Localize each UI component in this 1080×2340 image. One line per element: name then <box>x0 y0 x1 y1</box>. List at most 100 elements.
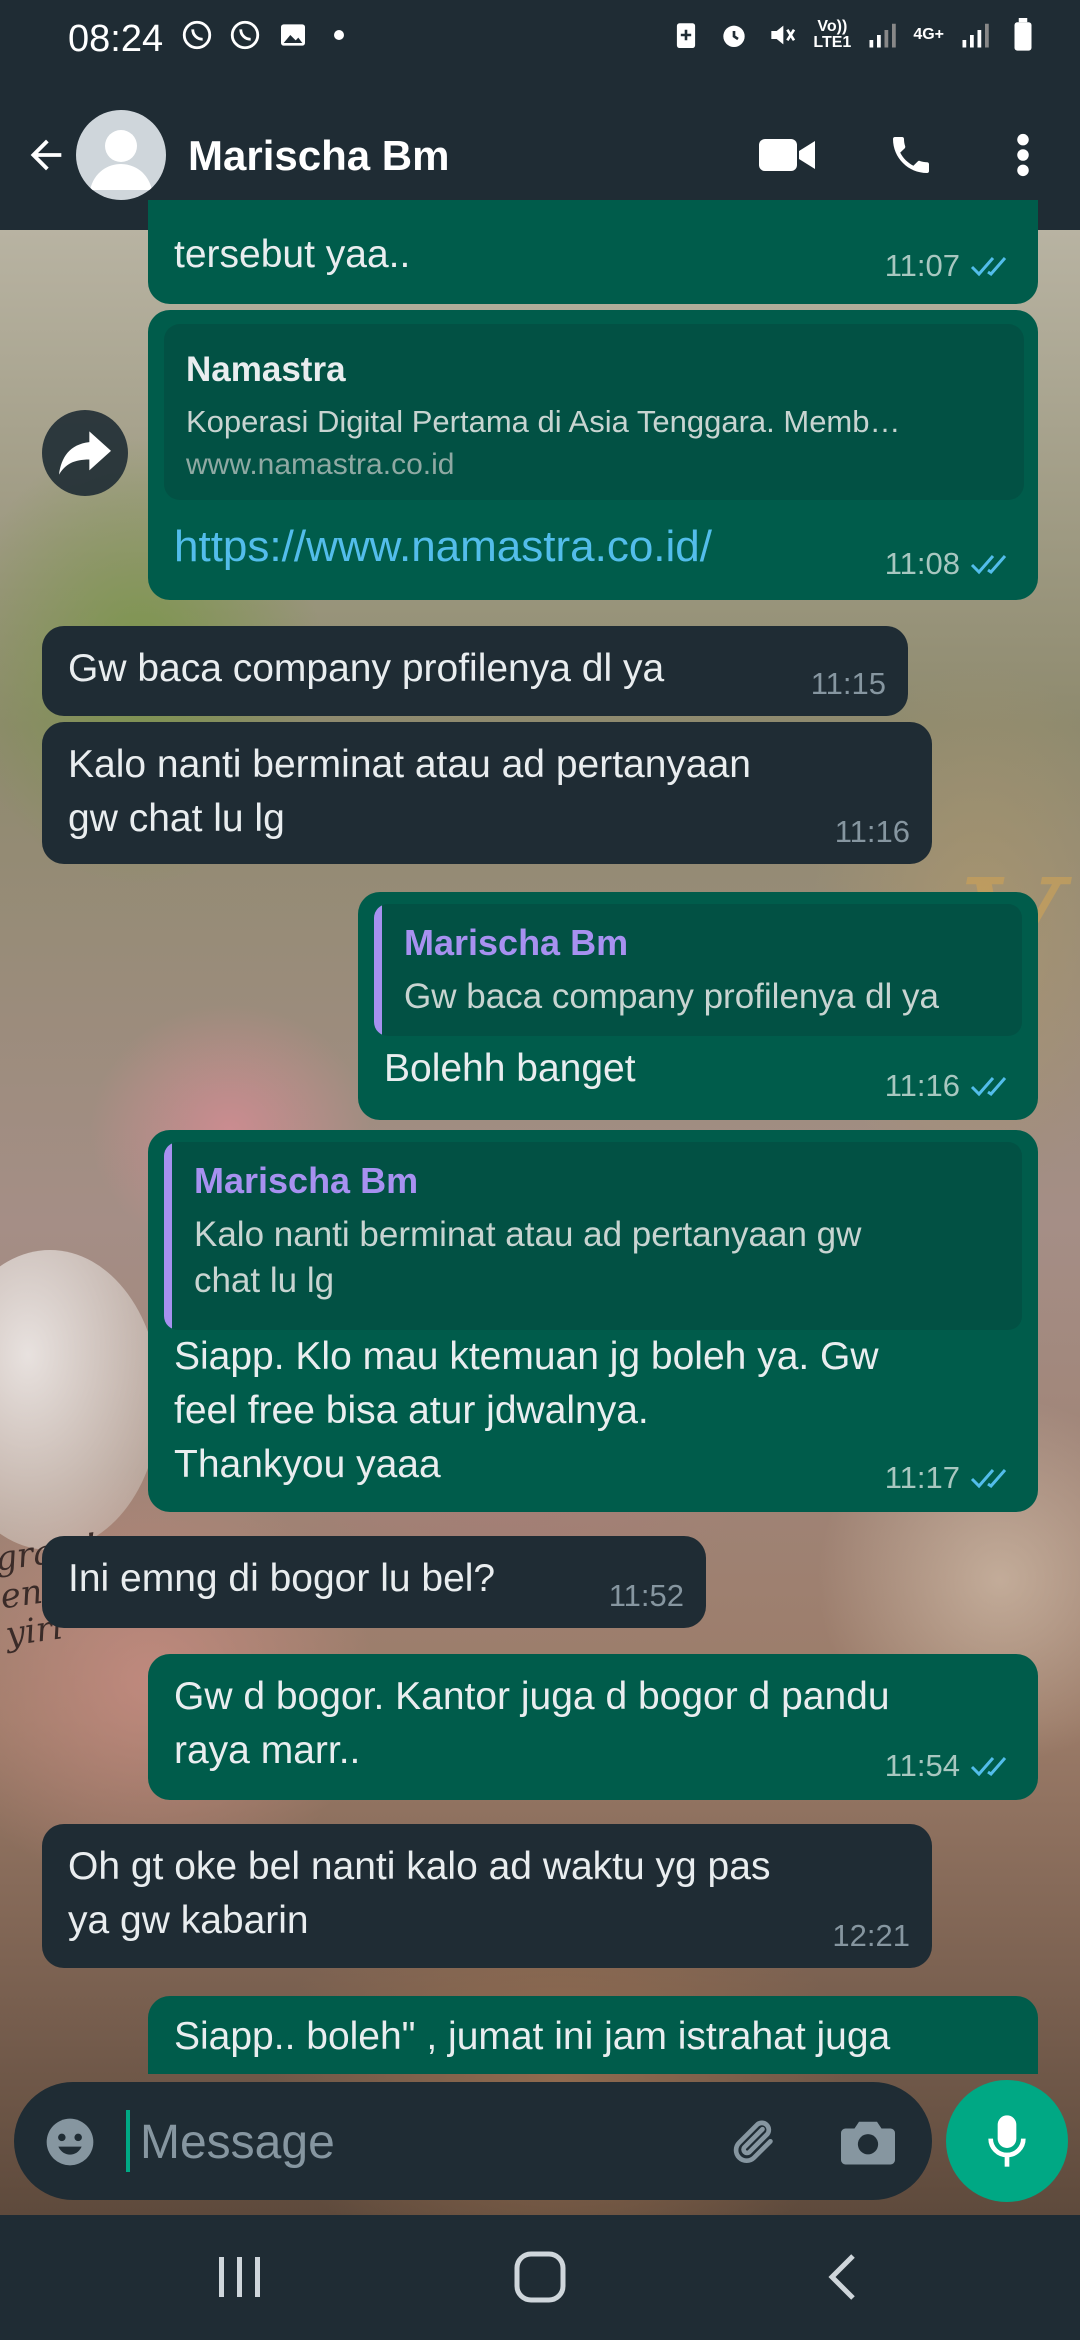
message-text: Ini emng di bogor lu bel? <box>68 1557 496 1600</box>
message-meta: 11:07 <box>885 248 1016 284</box>
nav-back-button[interactable] <box>792 2237 892 2317</box>
message-input[interactable] <box>138 2110 702 2174</box>
read-ticks-icon <box>970 1469 1007 1489</box>
volte-indicator: Vo)) LTE1 <box>813 18 852 51</box>
battery-icon <box>1006 18 1040 52</box>
message-meta: 11:15 <box>811 666 886 702</box>
more-options-button[interactable] <box>988 120 1058 190</box>
attach-button[interactable] <box>720 2110 784 2174</box>
camera-button[interactable] <box>836 2110 900 2174</box>
message-meta: 11:08 <box>885 546 1016 582</box>
message-incoming[interactable]: Oh gt oke bel nanti kalo ad waktu yg pas… <box>42 1824 932 1968</box>
message-outgoing-reply[interactable]: Marischa Bm Gw baca company profilenya d… <box>358 892 1038 1120</box>
network-type-indicator: 4G+ <box>913 26 944 43</box>
read-ticks-icon <box>970 555 1007 575</box>
quote-text: Kalo nanti berminat atau ad pertanyaan g… <box>194 1215 862 1300</box>
message-time: 12:21 <box>832 1918 910 1953</box>
read-ticks-icon <box>970 257 1007 277</box>
alarm-icon <box>717 18 751 52</box>
message-meta: 11:16 <box>885 1068 1016 1104</box>
video-call-icon <box>759 139 815 171</box>
contact-avatar[interactable] <box>76 110 166 200</box>
message-time: 11:15 <box>810 666 886 701</box>
message-composer <box>14 2082 932 2200</box>
message-outgoing-link[interactable]: Namastra Koperasi Digital Pertama di Asi… <box>148 310 1038 600</box>
quote-author: Marischa Bm <box>194 1160 419 1201</box>
quote-bar <box>164 1142 172 1330</box>
video-call-button[interactable] <box>752 120 822 190</box>
message-meta: 11:52 <box>609 1578 684 1614</box>
message-text: Siapp.. boleh" , jumat ini jam istrahat … <box>174 2015 891 2058</box>
message-text: Bolehh banget <box>384 1047 636 1090</box>
message-incoming[interactable]: Gw baca company profilenya dl ya 11:15 <box>42 626 908 716</box>
message-outgoing-reply[interactable]: Marischa Bm Kalo nanti berminat atau ad … <box>148 1130 1038 1512</box>
forward-button[interactable] <box>42 410 128 496</box>
message-meta: 11:54 <box>885 1748 1016 1784</box>
message-text: Gw baca company profilenya dl ya <box>68 647 665 690</box>
mute-icon <box>765 18 799 52</box>
signal-strength-icon <box>865 18 899 52</box>
avatar-icon <box>90 130 152 190</box>
emoji-button[interactable] <box>40 2112 100 2172</box>
message-time: 11:17 <box>884 1460 960 1495</box>
signal-strength-icon-2 <box>958 18 992 52</box>
link-preview-card[interactable]: Namastra Koperasi Digital Pertama di Asi… <box>164 324 1024 500</box>
message-text: Oh gt oke bel nanti kalo ad waktu yg pas… <box>68 1845 771 1942</box>
message-incoming[interactable]: Ini emng di bogor lu bel? 11:52 <box>42 1536 706 1628</box>
voice-call-icon <box>893 137 929 173</box>
message-incoming[interactable]: Kalo nanti berminat atau ad pertanyaan g… <box>42 722 932 864</box>
message-meta: 11:17 <box>885 1460 1016 1496</box>
attach-icon <box>733 2120 773 2164</box>
nav-back-icon <box>828 2254 855 2300</box>
read-ticks-icon <box>970 1077 1007 1097</box>
text-caret <box>126 2110 130 2172</box>
quote-text: Gw baca company profilenya dl ya <box>404 977 939 1016</box>
link-preview-description: Koperasi Digital Pertama di Asia Tenggar… <box>186 404 901 439</box>
message-outgoing[interactable]: tersebut yaa.. 11:07 <box>148 200 1038 304</box>
link-preview-domain: www.namastra.co.id <box>186 448 455 481</box>
whatsapp-notification-icon-2 <box>228 18 262 52</box>
status-bar: 08:24 Vo)) LTE1 4G+ <box>0 0 1080 80</box>
message-meta: 11:16 <box>835 814 910 850</box>
link-preview-title: Namastra <box>186 350 346 389</box>
message-time: 11:54 <box>884 1748 960 1783</box>
quoted-message[interactable]: Marischa Bm Gw baca company profilenya d… <box>374 904 1022 1036</box>
voice-message-button[interactable] <box>946 2080 1068 2202</box>
message-text: Gw d bogor. Kantor juga d bogor d pandu … <box>174 1675 890 1772</box>
message-text: Kalo nanti berminat atau ad pertanyaan g… <box>68 743 751 840</box>
home-icon <box>514 2251 566 2303</box>
message-time: 11:07 <box>884 248 960 283</box>
quoted-message[interactable]: Marischa Bm Kalo nanti berminat atau ad … <box>164 1142 1022 1330</box>
back-arrow-icon <box>30 139 62 171</box>
battery-saver-icon <box>669 18 703 52</box>
mic-icon <box>988 2115 1026 2167</box>
forward-icon <box>59 431 111 475</box>
recent-apps-button[interactable] <box>190 2237 290 2317</box>
recent-apps-icon <box>219 2257 260 2297</box>
message-time: 11:52 <box>608 1578 684 1613</box>
message-link[interactable]: https://www.namastra.co.id/ <box>174 522 712 572</box>
message-time: 11:16 <box>834 814 910 849</box>
message-outgoing[interactable]: Gw d bogor. Kantor juga d bogor d pandu … <box>148 1654 1038 1800</box>
gallery-notification-icon <box>276 18 310 52</box>
quote-author: Marischa Bm <box>404 922 629 963</box>
home-button[interactable] <box>490 2237 590 2317</box>
status-time: 08:24 <box>68 18 164 60</box>
whatsapp-notification-icon <box>180 18 214 52</box>
contact-name[interactable]: Marischa Bm <box>188 132 449 180</box>
message-time: 11:16 <box>884 1068 960 1103</box>
message-text: Siapp. Klo mau ktemuan jg boleh ya. Gw f… <box>174 1335 879 1486</box>
camera-icon <box>841 2121 895 2165</box>
more-options-icon <box>1017 133 1029 177</box>
more-notifications-dot <box>334 30 344 40</box>
message-meta: 12:21 <box>832 1918 910 1954</box>
quote-bar <box>374 904 382 1036</box>
read-ticks-icon <box>970 1757 1007 1777</box>
message-outgoing[interactable]: Siapp.. boleh" , jumat ini jam istrahat … <box>148 1996 1038 2074</box>
message-text: tersebut yaa.. <box>174 233 411 276</box>
voice-call-button[interactable] <box>876 120 946 190</box>
message-time: 11:08 <box>884 546 960 581</box>
back-button[interactable] <box>16 120 76 190</box>
emoji-icon <box>46 2118 94 2166</box>
system-navigation-bar <box>0 2215 1080 2340</box>
